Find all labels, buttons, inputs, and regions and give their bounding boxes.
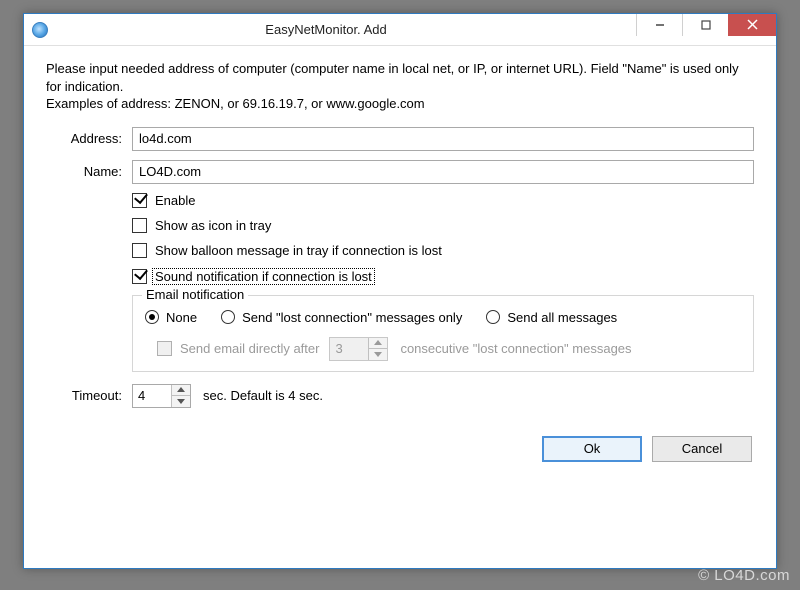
enable-label: Enable <box>155 193 195 208</box>
window-title: EasyNetMonitor. Add <box>56 22 636 37</box>
address-input[interactable] <box>132 127 754 151</box>
instructions-text: Please input needed address of computer … <box>46 60 754 113</box>
consecutive-count-input <box>330 338 368 360</box>
send-directly-checkbox <box>157 341 172 356</box>
timeout-spinner-down[interactable] <box>172 396 190 407</box>
name-label: Name: <box>46 164 132 179</box>
timeout-spinner[interactable] <box>132 384 191 408</box>
enable-checkbox[interactable] <box>132 193 147 208</box>
tray-icon-checkbox[interactable] <box>132 218 147 233</box>
email-group-legend: Email notification <box>142 287 248 302</box>
titlebar[interactable]: EasyNetMonitor. Add <box>24 14 776 46</box>
tray-icon-label: Show as icon in tray <box>155 218 271 233</box>
watermark-text: © LO4D.com <box>698 567 790 584</box>
name-input[interactable] <box>132 160 754 184</box>
instructions-line2: Examples of address: ZENON, or 69.16.19.… <box>46 95 754 113</box>
email-lost-only-label: Send "lost connection" messages only <box>242 310 462 325</box>
sound-checkbox[interactable] <box>132 269 147 284</box>
email-lost-only-radio[interactable] <box>221 310 235 324</box>
balloon-checkbox[interactable] <box>132 243 147 258</box>
spinner-down-icon <box>369 349 387 360</box>
email-notification-group: Email notification None Send "lost conne… <box>132 295 754 372</box>
balloon-label: Show balloon message in tray if connecti… <box>155 243 442 258</box>
email-none-label: None <box>166 310 197 325</box>
ok-button[interactable]: Ok <box>542 436 642 462</box>
instructions-line1: Please input needed address of computer … <box>46 60 754 95</box>
client-area: Please input needed address of computer … <box>24 46 776 478</box>
minimize-button[interactable] <box>636 14 682 36</box>
timeout-suffix: sec. Default is 4 sec. <box>203 388 323 403</box>
email-none-radio[interactable] <box>145 310 159 324</box>
timeout-label: Timeout: <box>46 388 132 403</box>
consecutive-count-spinner <box>329 337 388 361</box>
close-button[interactable] <box>728 14 776 36</box>
timeout-spinner-up[interactable] <box>172 385 190 397</box>
email-send-all-label: Send all messages <box>507 310 617 325</box>
sound-label: Sound notification if connection is lost <box>152 268 375 285</box>
email-send-all-radio[interactable] <box>486 310 500 324</box>
timeout-input[interactable] <box>133 385 171 407</box>
send-directly-suffix: consecutive "lost connection" messages <box>400 341 631 356</box>
dialog-window: EasyNetMonitor. Add Please input needed … <box>23 13 777 569</box>
cancel-button[interactable]: Cancel <box>652 436 752 462</box>
spinner-up-icon <box>369 338 387 350</box>
address-label: Address: <box>46 131 132 146</box>
send-directly-prefix: Send email directly after <box>180 341 319 356</box>
app-icon <box>32 22 48 38</box>
maximize-button[interactable] <box>682 14 728 36</box>
